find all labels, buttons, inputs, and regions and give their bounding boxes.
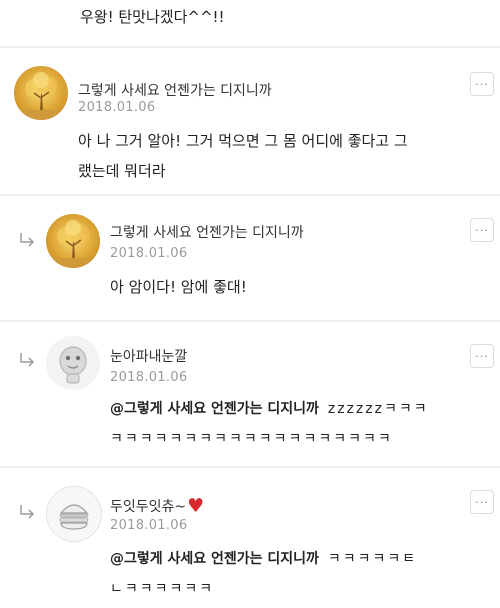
avatar[interactable] — [46, 336, 100, 390]
reply-arrow-icon — [20, 233, 35, 247]
author-name[interactable]: 눈아파내눈깔 — [110, 346, 187, 366]
golden-tree-icon — [46, 214, 100, 268]
more-options-button[interactable]: ··· — [470, 490, 494, 514]
avatar[interactable] — [14, 66, 68, 120]
reply-item: 눈아파내눈깔 2018.01.06 ··· @그렇게 사세요 언젠가는 디지니까… — [0, 322, 500, 466]
heart-icon: ♥ — [187, 495, 205, 517]
author-name[interactable]: 그렇게 사세요 언젠가는 디지니까 — [78, 80, 272, 100]
comment-text: 아 나 그거 알아! 그거 먹으면 그 몸 어디에 좋다고 그 랬는데 뭐더라 — [78, 132, 408, 180]
reply-arrow-icon — [20, 353, 35, 367]
avatar[interactable] — [46, 486, 102, 542]
golden-tree-icon — [14, 66, 68, 120]
comment-date: 2018.01.06 — [110, 518, 188, 533]
comment-item: 그렇게 사세요 언젠가는 디지니까 2018.01.06 ··· 아 나 그거 … — [0, 48, 500, 194]
burger-avatar-icon — [47, 487, 101, 541]
character-avatar-icon — [46, 336, 100, 390]
more-options-button[interactable]: ··· — [470, 218, 494, 242]
comment-text: 아 암이다! 암에 좋대! — [110, 278, 247, 296]
comment-date: 2018.01.06 — [110, 370, 188, 385]
avatar[interactable] — [46, 214, 100, 268]
reply-arrow-icon — [20, 505, 35, 519]
more-options-button[interactable]: ··· — [470, 72, 494, 96]
author-name[interactable]: 그렇게 사세요 언젠가는 디지니까 — [110, 222, 304, 242]
comment-date: 2018.01.06 — [110, 246, 188, 261]
reply-item: 두잇두잇츄~♥ 2018.01.06 ··· @그렇게 사세요 언젠가는 디지니… — [0, 468, 500, 608]
mention-link[interactable]: @그렇게 사세요 언젠가는 디지니까 — [110, 401, 319, 417]
previous-comment: 우왕! 탄맛나겠다^^!! — [0, 0, 500, 46]
more-options-button[interactable]: ··· — [470, 344, 494, 368]
comment-text: 우왕! 탄맛나겠다^^!! — [80, 8, 225, 26]
comment-text: @그렇게 사세요 언젠가는 디지니까 ㅋㅋㅋㅋㅋㅌ ㄴㅋㅋㅋㅋㅋㅋ — [110, 551, 418, 597]
comment-date: 2018.01.06 — [78, 100, 156, 115]
reply-item: 그렇게 사세요 언젠가는 디지니까 2018.01.06 ··· 아 암이다! … — [0, 196, 500, 320]
mention-link[interactable]: @그렇게 사세요 언젠가는 디지니까 — [110, 551, 319, 567]
author-name[interactable]: 두잇두잇츄~♥ — [110, 494, 205, 517]
comment-text: @그렇게 사세요 언젠가는 디지니까 zzzzzzㅋㅋㅋ ㅋㅋㅋㅋㅋㅋㅋㅋㅋㅋㅋ… — [110, 401, 429, 447]
